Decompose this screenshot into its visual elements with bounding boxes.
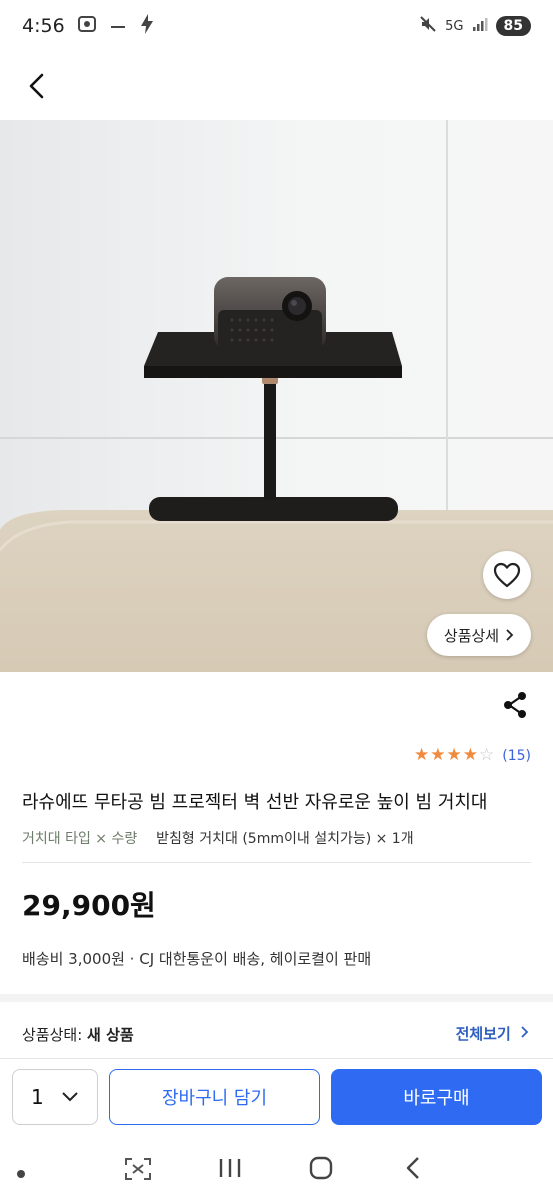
home-icon[interactable] [309,1156,333,1184]
view-all-label: 전체보기 [455,1025,511,1043]
star-filled-icon: ★ [462,745,478,765]
share-button[interactable] [500,690,530,720]
add-to-cart-button[interactable]: 장바구니 담기 [109,1069,320,1125]
battery-indicator: 85 [495,16,531,36]
quantity-value: 1 [31,1085,44,1109]
shipping-info: 배송비 3,000원 · CJ 대한통운이 배송, 헤이로켤이 판매 [22,950,372,968]
assistant-dot-icon[interactable] [16,1164,26,1183]
chevron-right-icon [521,1026,529,1038]
app-header [0,52,553,120]
favorite-button[interactable] [483,551,531,599]
minus-icon [109,15,127,37]
option-value: 받침형 거치대 (5mm이내 설치가능) × 1개 [156,831,414,847]
share-icon [504,692,526,718]
product-detail-label: 상품상세 [443,626,500,645]
condition-label: 상품상태: [22,1026,83,1044]
chevron-right-icon [506,629,514,641]
back-arrow-icon [29,73,44,99]
product-image-carousel[interactable] [0,120,553,672]
product-photo [0,120,553,672]
recent-apps-icon[interactable] [218,1157,242,1183]
chevron-down-icon [62,1092,78,1102]
screenshot-icon [77,15,97,38]
condition-value: 새 상품 [87,1026,134,1044]
back-button[interactable] [22,70,54,102]
option-label: 거치대 타입 × 수량 [22,831,138,847]
review-count: (15) [502,747,531,764]
star-filled-icon: ★ [430,745,446,765]
star-filled-icon: ★ [446,745,462,765]
view-all-link[interactable]: 전체보기 [456,1023,529,1044]
product-condition: 상품상태: 새 상품 [22,1024,134,1045]
section-divider [0,994,553,1002]
buy-now-button[interactable]: 바로구매 [331,1069,542,1125]
signal-icon [472,16,488,36]
product-title: 라슈에뜨 무타공 빔 프로젝터 벽 선반 자유로운 높이 빔 거치대 [22,792,488,813]
purchase-action-bar: 1 장바구니 담기 바로구매 [0,1058,553,1138]
quantity-select[interactable]: 1 [12,1069,98,1125]
heart-icon [493,562,521,588]
network-label: 5G [445,18,464,34]
screen-capture-icon[interactable] [124,1157,152,1185]
system-navigation-bar [0,1138,553,1200]
system-back-icon[interactable] [404,1156,422,1184]
star-empty-icon: ☆ [479,745,495,765]
product-rating[interactable]: ★ ★ ★ ★ ☆ (15) [414,747,531,764]
star-filled-icon: ★ [414,745,430,765]
selected-option: 거치대 타입 × 수량 받침형 거치대 (5mm이내 설치가능) × 1개 [22,828,537,848]
status-bar: 4:56 5G 85 [0,0,553,52]
product-detail-button[interactable]: 상품상세 [427,614,531,656]
mute-icon [419,15,437,37]
rating-stars: ★ ★ ★ ★ ☆ [414,747,494,764]
charging-bolt-icon [139,13,155,40]
product-price: 29,900원 [22,889,156,922]
divider [22,862,531,863]
status-time: 4:56 [22,15,65,37]
